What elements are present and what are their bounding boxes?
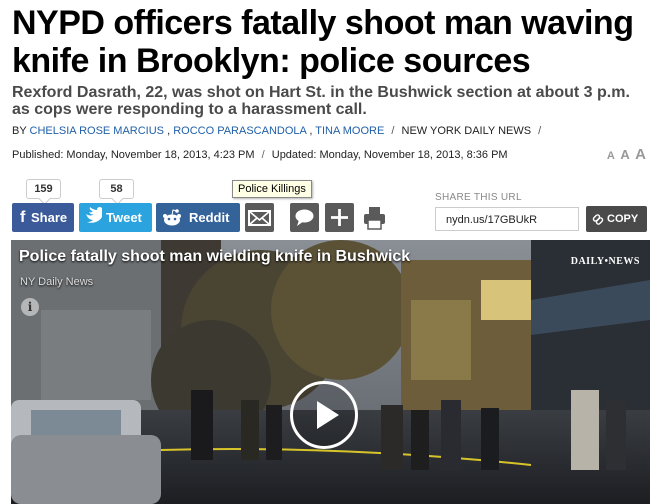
facebook-share-button[interactable]: f Share <box>12 203 74 232</box>
copy-url-button[interactable]: COPY <box>586 206 647 232</box>
more-share-button[interactable] <box>325 203 354 232</box>
twitter-tweet-button[interactable]: Tweet <box>79 203 152 232</box>
updated-date: Updated: Monday, November 18, 2013, 8:36… <box>271 149 508 161</box>
print-button[interactable] <box>360 203 389 232</box>
video-player[interactable]: Police fatally shoot man wielding knife … <box>11 240 650 504</box>
text-size-medium-button[interactable]: A <box>620 147 629 162</box>
video-info-icon[interactable]: i <box>21 298 39 316</box>
tooltip: Police Killings <box>232 180 312 198</box>
article-subhead: Rexford Dasrath, 22, was shot on Hart St… <box>12 84 630 118</box>
comments-button[interactable] <box>290 203 319 232</box>
plus-icon <box>331 209 348 226</box>
twitter-bird-icon <box>85 203 102 242</box>
copy-label: COPY <box>607 213 639 225</box>
text-size-large-button[interactable]: A <box>635 146 646 163</box>
twitter-share-count: 58 <box>99 179 134 199</box>
author-link[interactable]: TINA MOORE <box>315 125 384 137</box>
twitter-tweet-label: Tweet <box>106 210 142 225</box>
reddit-share-button[interactable]: Reddit <box>156 203 240 232</box>
byline-separator: / <box>538 125 542 137</box>
author-comma: , <box>306 125 316 137</box>
text-size-controls: A A A <box>606 146 646 164</box>
email-share-button[interactable] <box>245 203 274 232</box>
daily-news-logo: DAILY•NEWS <box>570 256 640 267</box>
author-link[interactable]: CHELSIA ROSE MARCIUS <box>30 125 164 137</box>
print-icon <box>364 207 385 230</box>
link-icon <box>592 206 604 242</box>
byline: BY CHELSIA ROSE MARCIUS , ROCCO PARASCAN… <box>12 125 545 137</box>
author-comma: , <box>164 125 174 137</box>
publication-name: NEW YORK DAILY NEWS <box>401 125 532 137</box>
play-button-icon[interactable] <box>290 381 358 449</box>
author-link[interactable]: ROCCO PARASCANDOLA <box>173 125 306 137</box>
article-headline: NYPD officers fatally shoot man waving k… <box>12 4 634 80</box>
reddit-alien-icon <box>162 203 182 242</box>
facebook-share-label: Share <box>31 210 68 225</box>
comment-icon <box>295 209 314 226</box>
share-url-label: SHARE THIS URL <box>435 192 522 203</box>
video-title[interactable]: Police fatally shoot man wielding knife … <box>19 248 410 266</box>
video-source: NY Daily News <box>20 276 94 288</box>
byline-separator: / <box>391 125 395 137</box>
facebook-icon: f <box>20 209 26 226</box>
byline-prefix: BY <box>12 125 27 137</box>
video-thumbnail <box>11 240 650 504</box>
facebook-share-count: 159 <box>26 179 61 199</box>
dates-separator: / <box>261 149 265 161</box>
mail-icon <box>248 210 271 226</box>
share-url-field[interactable]: nydn.us/17GBUkR <box>435 207 579 231</box>
article-dates: Published: Monday, November 18, 2013, 4:… <box>12 149 508 161</box>
text-size-small-button[interactable]: A <box>607 150 615 162</box>
published-date: Published: Monday, November 18, 2013, 4:… <box>12 149 255 161</box>
reddit-share-label: Reddit <box>189 210 230 225</box>
